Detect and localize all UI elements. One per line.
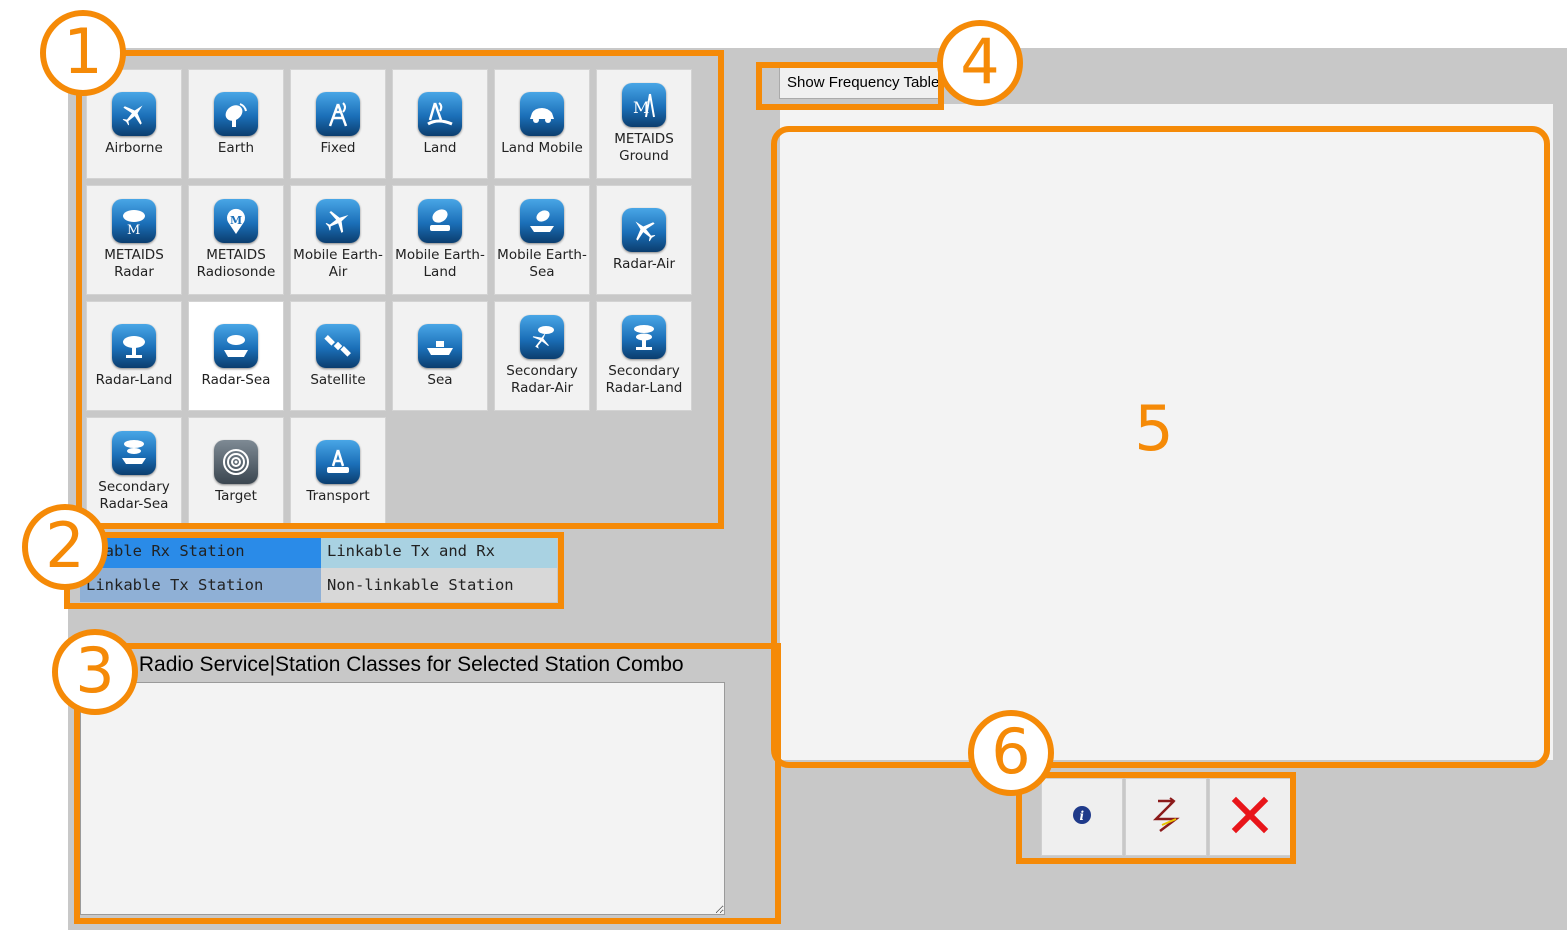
secondary-radar-air-icon bbox=[520, 315, 564, 359]
station-tile-fixed[interactable]: Fixed bbox=[290, 69, 386, 179]
station-label: Mobile Earth-Land bbox=[395, 247, 485, 280]
station-label: Radar-Sea bbox=[201, 371, 271, 388]
legend-linkable-tx: Linkable Tx Station bbox=[80, 568, 321, 602]
satellite-icon bbox=[316, 323, 360, 368]
legend-non-linkable: Non-linkable Station bbox=[321, 568, 557, 602]
svg-text:M: M bbox=[127, 223, 140, 237]
legend-linkable-tx-rx: Linkable Tx and Rx bbox=[321, 534, 557, 568]
radar-land-icon bbox=[112, 323, 156, 368]
metaids-tower-icon: M bbox=[622, 83, 666, 127]
ship-icon bbox=[418, 323, 462, 368]
station-label: Radar-Air bbox=[613, 255, 675, 272]
transport-icon bbox=[316, 439, 360, 484]
plane-dish-icon bbox=[316, 199, 360, 243]
annotation-marker-6: 6 bbox=[968, 710, 1054, 796]
station-label: Transport bbox=[306, 487, 370, 504]
legend-linkable-rx: nkable Rx Station bbox=[80, 534, 321, 568]
link-button[interactable] bbox=[1125, 778, 1207, 856]
station-label: Airborne bbox=[105, 139, 163, 156]
close-x-icon bbox=[1230, 795, 1270, 839]
airplane-icon bbox=[112, 91, 156, 136]
station-label: Secondary Radar-Land bbox=[605, 363, 683, 396]
target-icon bbox=[214, 439, 258, 484]
station-tile-satellite[interactable]: Satellite bbox=[290, 301, 386, 411]
station-label: Satellite bbox=[310, 371, 366, 388]
station-tile-sea[interactable]: Sea bbox=[392, 301, 488, 411]
station-label: Land bbox=[423, 139, 457, 156]
station-tile-metaids-ground[interactable]: M METAIDS Ground bbox=[596, 69, 692, 179]
station-tile-metaids-radiosonde[interactable]: M METAIDS Radiosonde bbox=[188, 185, 284, 295]
combo-section-title: ble Radio Service|Station Classes for Se… bbox=[105, 653, 684, 676]
antenna-tower-icon bbox=[316, 91, 360, 136]
station-tile-earth[interactable]: Earth bbox=[188, 69, 284, 179]
station-tile-land-mobile[interactable]: Land Mobile bbox=[494, 69, 590, 179]
station-tile-mobile-earth-air[interactable]: Mobile Earth-Air bbox=[290, 185, 386, 295]
annotation-marker-5: 5 bbox=[1134, 392, 1174, 465]
station-tile-mobile-earth-sea[interactable]: Mobile Earth-Sea bbox=[494, 185, 590, 295]
station-label: Mobile Earth-Sea bbox=[497, 247, 587, 280]
station-tile-radar-air[interactable]: Radar-Air bbox=[596, 185, 692, 295]
station-label: Radar-Land bbox=[95, 371, 173, 388]
annotation-marker-1: 1 bbox=[40, 10, 126, 96]
station-label: Fixed bbox=[320, 139, 356, 156]
delete-button[interactable] bbox=[1209, 778, 1291, 856]
land-antenna-icon bbox=[418, 91, 462, 136]
station-label: METAIDS Radar bbox=[104, 247, 164, 280]
info-icon: i bbox=[1071, 804, 1093, 830]
station-label: Mobile Earth-Air bbox=[293, 247, 383, 280]
metaids-radar-icon: M bbox=[112, 199, 156, 243]
svg-text:i: i bbox=[1080, 809, 1085, 823]
station-label: METAIDS Radiosonde bbox=[196, 247, 276, 280]
annotation-marker-4: 4 bbox=[937, 20, 1023, 106]
ship-dish-icon bbox=[520, 199, 564, 243]
station-tile-target[interactable]: Target bbox=[188, 417, 284, 527]
station-tile-transport[interactable]: Transport bbox=[290, 417, 386, 527]
show-frequency-table-button[interactable]: Show Frequency Table bbox=[779, 65, 939, 99]
station-tile-secondary-radar-sea[interactable]: Secondary Radar-Sea bbox=[86, 417, 182, 527]
station-tile-radar-sea[interactable]: Radar-Sea bbox=[188, 301, 284, 411]
annotation-marker-3: 3 bbox=[52, 629, 138, 715]
lightning-link-icon bbox=[1146, 795, 1186, 839]
info-button[interactable]: i bbox=[1041, 778, 1123, 856]
radio-service-station-classes-textarea[interactable] bbox=[80, 682, 725, 915]
station-label: Land Mobile bbox=[501, 139, 583, 156]
station-tile-secondary-radar-air[interactable]: Secondary Radar-Air bbox=[494, 301, 590, 411]
station-tile-radar-land[interactable]: Radar-Land bbox=[86, 301, 182, 411]
station-tile-secondary-radar-land[interactable]: Secondary Radar-Land bbox=[596, 301, 692, 411]
station-label: Target bbox=[215, 487, 257, 504]
vehicle-dish-icon bbox=[418, 199, 462, 243]
svg-text:M: M bbox=[230, 214, 242, 227]
annotation-marker-2: 2 bbox=[22, 504, 108, 590]
radiosonde-balloon-icon: M bbox=[214, 199, 258, 243]
secondary-radar-land-icon bbox=[622, 315, 666, 359]
station-label: Earth bbox=[217, 139, 255, 156]
radar-ship-icon bbox=[214, 323, 258, 368]
station-tile-land[interactable]: Land bbox=[392, 69, 488, 179]
car-icon bbox=[520, 91, 564, 136]
satellite-dish-icon bbox=[214, 91, 258, 136]
station-label: Sea bbox=[427, 371, 453, 388]
station-tile-metaids-radar[interactable]: M METAIDS Radar bbox=[86, 185, 182, 295]
station-label: Secondary Radar-Sea bbox=[98, 479, 170, 512]
station-label: METAIDS Ground bbox=[614, 131, 674, 164]
station-tile-mobile-earth-land[interactable]: Mobile Earth-Land bbox=[392, 185, 488, 295]
station-label: Secondary Radar-Air bbox=[506, 363, 578, 396]
radar-plane-icon bbox=[622, 207, 666, 252]
secondary-radar-sea-icon bbox=[112, 431, 156, 475]
